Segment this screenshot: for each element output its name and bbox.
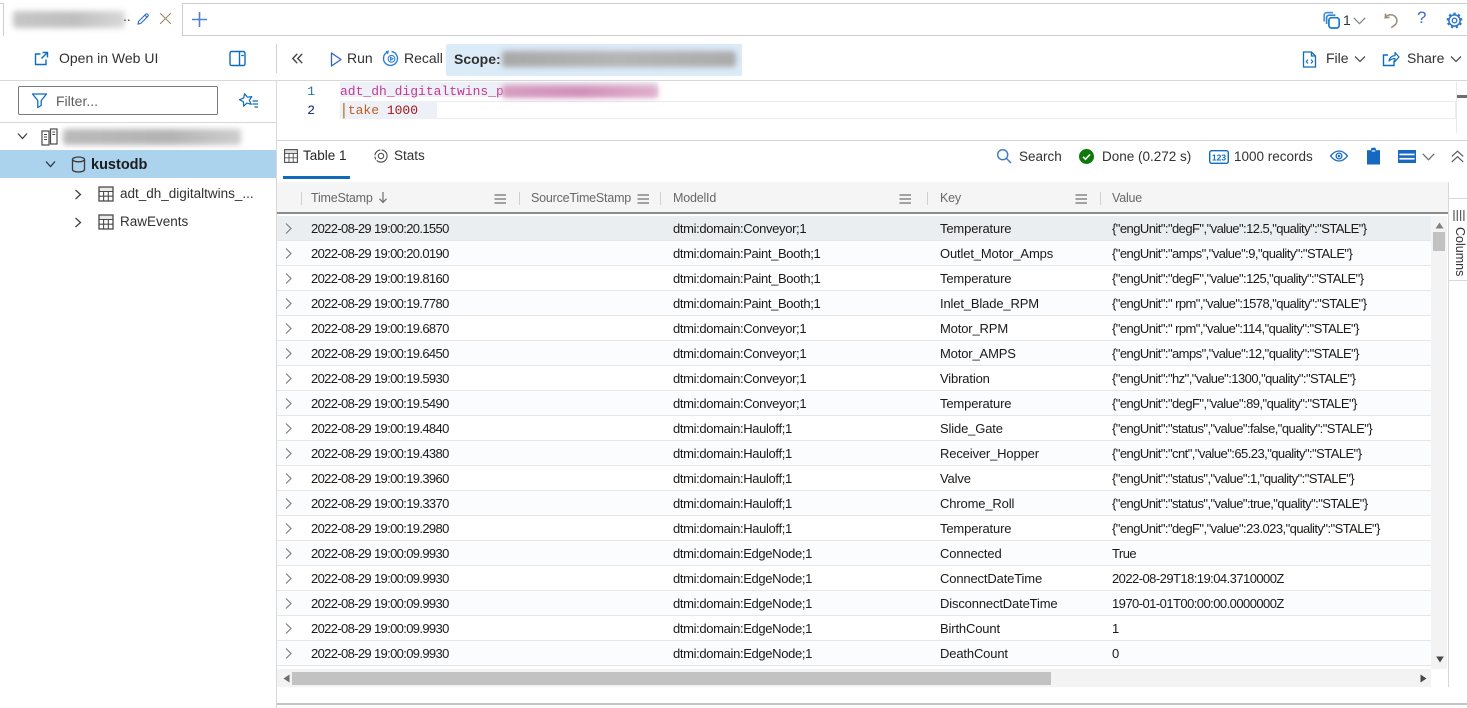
svg-text:123: 123 [1212,152,1226,162]
